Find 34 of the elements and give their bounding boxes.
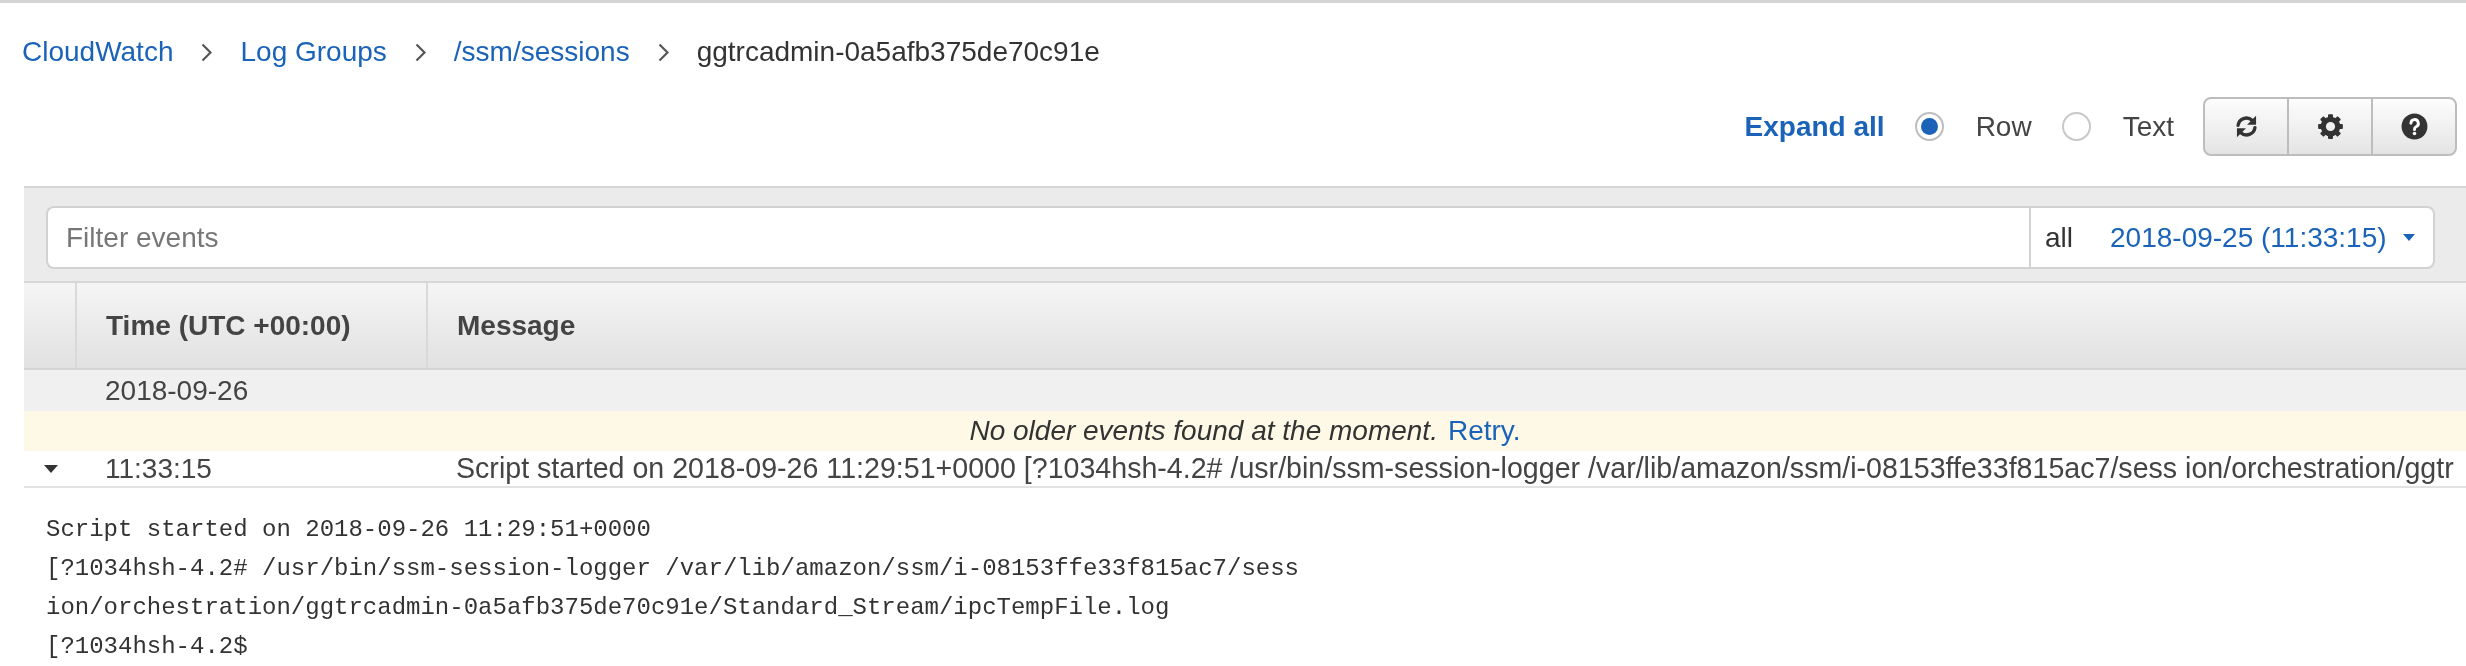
date-range-dropdown[interactable]: 2018-09-25 (11:33:15) (2106, 221, 2419, 254)
chevron-right-icon (657, 42, 669, 62)
help-icon (2400, 113, 2428, 140)
log-line: [?1034hsh-4.2# /usr/bin/ssm-session-logger /var/lib/amazon/ssm/i-08153ffe33f815ac7/sess (46, 554, 1300, 584)
expand-all-link[interactable]: Expand all (1744, 110, 1885, 143)
caret-down-icon[interactable] (43, 464, 58, 473)
radio-label[interactable]: Row (1975, 110, 2032, 143)
log-line: Script started on 2018-09-26 11:29:51+0000 (46, 515, 652, 545)
radio-button[interactable] (1914, 112, 1944, 141)
log-line: [?1034hsh-4.2$ (46, 632, 249, 662)
refresh-button[interactable] (2203, 97, 2289, 156)
chevron-right-icon (201, 42, 213, 62)
breadcrumb-link[interactable]: /ssm/sessions (453, 29, 630, 75)
settings-button[interactable] (2287, 97, 2373, 156)
breadcrumb-current: ggtrcadmin-0a5afb375de70c91e (696, 35, 1100, 69)
event-row[interactable]: 11:33:15 Script started on 2018-09-26 11:29:51+0000 [?1034hsh-4.2# /usr/bin/ssm-session-logger /var/lib/amazon/ssm/i-08153ffe33f815ac7/sess ion/orchestration/ggtr (24, 451, 2466, 488)
time-cell-text: 11:33:15 (104, 452, 213, 485)
column-header[interactable]: Time (UTC +00:00) (77, 283, 428, 368)
message-cell-text: Script started on 2018-09-26 11:29:51+0000 [?1034hsh-4.2# /usr/bin/ssm-session-logger /var/lib/amazon/ssm/i-08153ffe33f815ac7/sess ion/orchestration/ggtr (455, 452, 2454, 485)
radio-label[interactable]: Text (2122, 110, 2174, 143)
log-line: ion/orchestration/ggtrcadmin-0a5afb375de70c91e/Standard_Stream/ipcTempFile.log (46, 593, 1171, 623)
column-header[interactable]: Message (428, 283, 2466, 368)
help-button[interactable] (2371, 97, 2457, 156)
scope-option[interactable]: all (2045, 221, 2073, 254)
retry-link[interactable]: Retry. (1447, 415, 1521, 447)
radio-button[interactable] (2061, 112, 2091, 141)
breadcrumb-link[interactable]: Log Groups (240, 29, 387, 75)
caret-down-icon (2402, 234, 2415, 241)
settings-icon (2316, 113, 2344, 140)
breadcrumb-link[interactable]: CloudWatch (22, 29, 174, 75)
chevron-right-icon (414, 42, 426, 62)
date-label: 2018-09-26 (105, 374, 249, 407)
notice-text: No older events found at the moment. (969, 415, 1438, 447)
filter-field[interactable]: Filter events (46, 206, 2029, 269)
